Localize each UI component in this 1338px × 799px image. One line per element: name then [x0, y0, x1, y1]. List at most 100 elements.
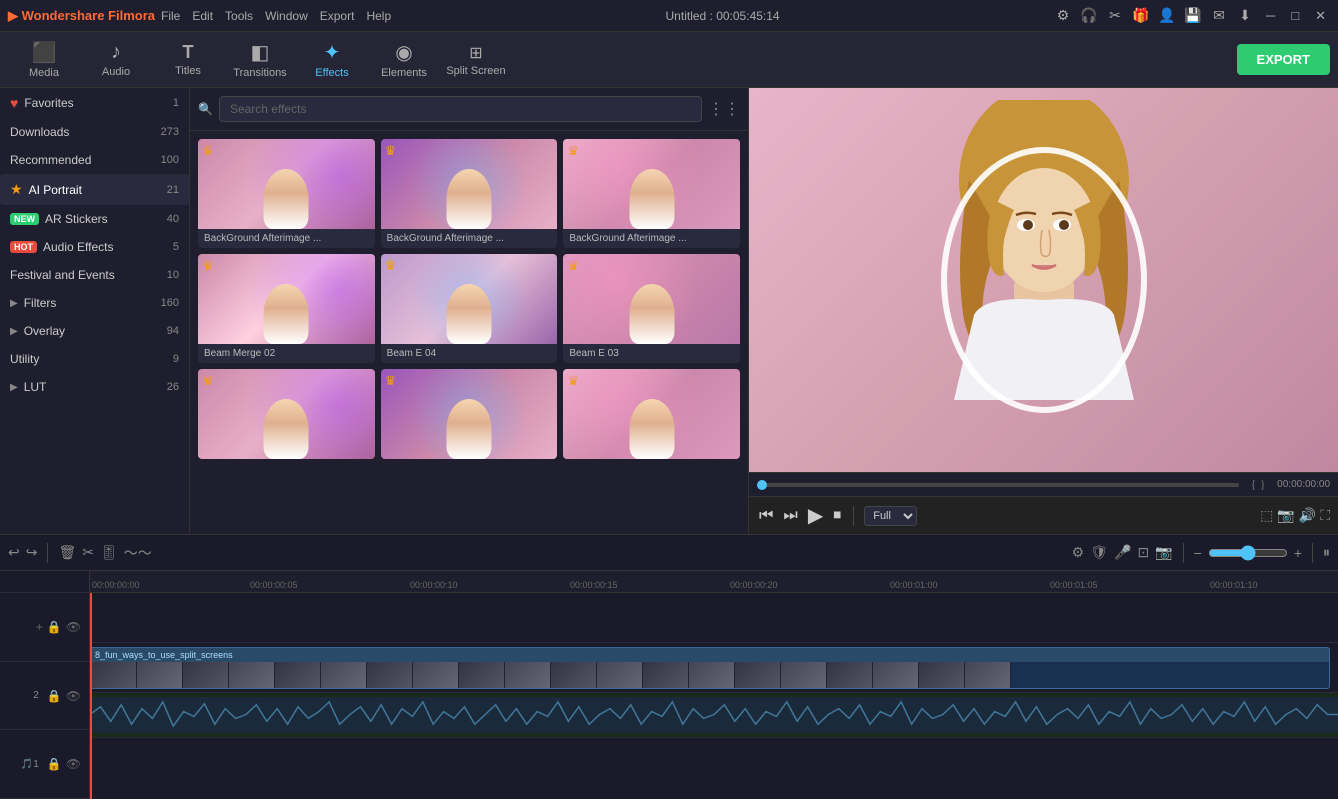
sidebar-item-downloads[interactable]: Downloads 273: [0, 118, 189, 146]
frame-thumb: [597, 662, 643, 688]
grid-toggle-icon[interactable]: ⋮⋮: [708, 99, 740, 119]
sidebar-item-lut[interactable]: ▶ LUT 26: [0, 373, 189, 401]
menu-edit[interactable]: Edit: [192, 9, 213, 23]
sidebar-item-favorites[interactable]: ♥ Favorites 1: [0, 88, 189, 118]
video-clip[interactable]: 8_fun_ways_to_use_split_screens: [90, 647, 1330, 689]
toolbar-media[interactable]: ⬛ Media: [8, 35, 80, 85]
toolbar-media-label: Media: [29, 67, 59, 79]
zoom-select[interactable]: Full 75% 50%: [864, 506, 917, 526]
preview-controls: ⏮ ⏭ ▶ ⏹ Full 75% 50% ⬚ 📷 🔊 ⛶: [749, 496, 1338, 534]
pause-timeline-button[interactable]: ⏸: [1323, 544, 1330, 561]
close-button[interactable]: ✕: [1311, 8, 1330, 24]
sidebar-item-filters[interactable]: ▶ Filters 160: [0, 289, 189, 317]
toolbar-audio[interactable]: ♪ Audio: [80, 35, 152, 85]
track-add-icon[interactable]: +: [36, 620, 43, 634]
delete-button[interactable]: 🗑: [58, 544, 76, 561]
prev-frame-button[interactable]: ⏭: [781, 505, 799, 527]
crown-icon-1: ♛: [202, 143, 214, 159]
playhead[interactable]: [90, 593, 92, 799]
menu-export[interactable]: Export: [320, 9, 355, 23]
sidebar-item-utility[interactable]: Utility 9: [0, 345, 189, 373]
sidebar-item-ar-stickers[interactable]: NEW AR Stickers 40: [0, 205, 189, 233]
effect-card-7[interactable]: ♛: [198, 369, 375, 459]
effect-card-9[interactable]: ♛: [563, 369, 740, 459]
sidebar-item-ai-portrait[interactable]: ★ AI Portrait 21: [0, 174, 189, 205]
track-eye-icon-3[interactable]: 👁: [66, 757, 81, 771]
menu-help[interactable]: Help: [366, 9, 391, 23]
effect-card-4[interactable]: ♛Beam Merge 02: [198, 254, 375, 363]
settings-icon[interactable]: ⚙: [1054, 7, 1072, 25]
track-eye-icon[interactable]: 👁: [66, 620, 81, 634]
download-icon[interactable]: ⬇: [1236, 7, 1254, 25]
zoom-in-button[interactable]: +: [1294, 545, 1302, 561]
zoom-out-button[interactable]: −: [1194, 545, 1202, 561]
sidebar-item-audio-effects[interactable]: HOT Audio Effects 5: [0, 233, 189, 261]
track-settings-icon[interactable]: ⚙: [1072, 544, 1085, 561]
effect-card-1[interactable]: ♛BackGround Afterimage ...: [198, 139, 375, 248]
mail-icon[interactable]: ✉: [1210, 7, 1228, 25]
toolbar-titles[interactable]: T Titles: [152, 35, 224, 85]
effect-card-3[interactable]: ♛BackGround Afterimage ...: [563, 139, 740, 248]
media-icon: ⬛: [32, 40, 57, 65]
minimize-button[interactable]: ─: [1262, 8, 1279, 23]
play-button[interactable]: ▶: [806, 501, 825, 530]
user-icon[interactable]: 👤: [1158, 7, 1176, 25]
gift-icon[interactable]: 🎁: [1132, 7, 1150, 25]
crown-icon-7: ♛: [202, 373, 214, 389]
menu-window[interactable]: Window: [265, 9, 308, 23]
titlebar-left: ▶ Wondershare Filmora File Edit Tools Wi…: [8, 8, 391, 24]
camera-icon[interactable]: 📷: [1155, 544, 1172, 561]
effect-thumb-1: ♛: [198, 139, 375, 229]
audio-icon: ♪: [111, 41, 121, 64]
sidebar-item-recommended[interactable]: Recommended 100: [0, 146, 189, 174]
effect-name-4: Beam Merge 02: [198, 344, 375, 363]
toolbar-effects[interactable]: ✦ Effects: [296, 35, 368, 85]
sidebar-item-overlay[interactable]: ▶ Overlay 94: [0, 317, 189, 345]
ruler-mark-4: 00:00:00:20: [730, 580, 778, 590]
headphone-icon[interactable]: 🎧: [1080, 7, 1098, 25]
effect-thumb-2: ♛: [381, 139, 558, 229]
toolbar-transitions[interactable]: ◧ Transitions: [224, 35, 296, 85]
track-lock-icon-3[interactable]: 🔒: [47, 757, 62, 771]
effect-card-2[interactable]: ♛BackGround Afterimage ...: [381, 139, 558, 248]
sidebar-festival-events-count: 10: [167, 269, 179, 281]
step-back-button[interactable]: ⏮: [757, 505, 775, 527]
frame-thumb: [735, 662, 781, 688]
mic-icon[interactable]: 🎤: [1114, 544, 1131, 561]
sidebar-favorites-label: Favorites: [24, 96, 73, 110]
shield-icon[interactable]: 🛡: [1090, 544, 1108, 561]
toolbar-elements[interactable]: ◉ Elements: [368, 35, 440, 85]
redo-button[interactable]: ↪: [26, 544, 38, 561]
fullscreen-button[interactable]: ⛶: [1320, 507, 1330, 524]
waveform-button[interactable]: 〜〜: [124, 543, 152, 563]
volume-button[interactable]: 🔊: [1299, 507, 1316, 524]
playhead-bar[interactable]: [757, 483, 1239, 487]
snapshot-button[interactable]: 📷: [1277, 507, 1294, 524]
track-lock-icon[interactable]: 🔒: [47, 620, 62, 634]
split-icon[interactable]: ⊡: [1137, 544, 1149, 561]
maximize-button[interactable]: □: [1287, 8, 1303, 23]
effect-card-8[interactable]: ♛: [381, 369, 558, 459]
toolbar-split-screen[interactable]: ⊞ Split Screen: [440, 35, 512, 85]
effect-figure-6: [629, 284, 674, 344]
save-icon[interactable]: 💾: [1184, 7, 1202, 25]
scissors-icon[interactable]: ✂: [1106, 7, 1124, 25]
cut-button[interactable]: ✂: [82, 544, 94, 561]
track-eye-icon-2[interactable]: 👁: [66, 689, 81, 703]
menu-file[interactable]: File: [161, 9, 180, 23]
hot-badge: HOT: [10, 241, 37, 253]
search-input[interactable]: [219, 96, 702, 122]
undo-button[interactable]: ↩: [8, 544, 20, 561]
track-lock-icon-2[interactable]: 🔒: [47, 689, 62, 703]
aspect-ratio-button[interactable]: ⬚: [1260, 507, 1273, 524]
tl-sep-2: [1183, 543, 1184, 563]
effect-card-6[interactable]: ♛Beam E 03: [563, 254, 740, 363]
stop-button[interactable]: ⏹: [831, 505, 843, 527]
menu-tools[interactable]: Tools: [225, 9, 253, 23]
sidebar-item-festival-events[interactable]: Festival and Events 10: [0, 261, 189, 289]
ruler-mark-1: 00:00:00:05: [250, 580, 298, 590]
effect-card-5[interactable]: ♛Beam E 04: [381, 254, 558, 363]
export-button[interactable]: EXPORT: [1237, 44, 1330, 75]
zoom-slider[interactable]: [1208, 545, 1288, 561]
audio-mix-button[interactable]: 🎚: [100, 544, 118, 561]
